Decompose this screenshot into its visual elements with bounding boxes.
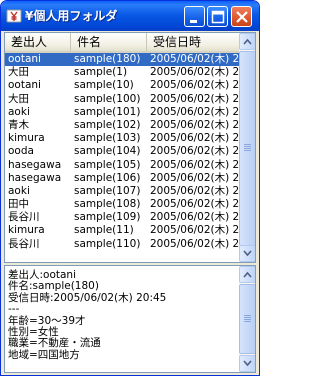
column-header-subject[interactable]: 件名 (71, 33, 147, 51)
maximize-icon (211, 10, 225, 24)
table-row[interactable]: 青木 sample(102) 2005/06/02(木) 2 (5, 119, 239, 132)
cell-sender: aoki (8, 184, 30, 197)
close-button[interactable] (231, 6, 252, 27)
table-row[interactable]: aoki sample(107) 2005/06/02(木) 2 (5, 185, 239, 198)
table-row[interactable]: kimura sample(11) 2005/06/02(木) 2 (5, 224, 239, 237)
table-row[interactable]: kimura sample(103) 2005/06/02(木) 2 (5, 132, 239, 145)
cell-date: 2005/06/02(木) 2 (150, 53, 239, 65)
cell-subject: sample(1) (74, 66, 128, 79)
cell-subject: sample(101) (74, 105, 141, 118)
message-list[interactable]: 差出人 件名 受信日時 ootani sample(180) 2005/06/02(… (4, 32, 256, 263)
title-bar[interactable]: ¥個人用フォルダ (1, 1, 259, 31)
cell-date: 2005/06/02(木) 2 (150, 132, 239, 145)
cell-sender: hasegawa (8, 171, 62, 184)
cell-date: 2005/06/02(木) 2 (150, 171, 239, 184)
cell-date: 2005/06/02(木) 2 (150, 145, 239, 158)
cell-sender: ootani (8, 79, 41, 92)
table-row[interactable]: hasegawa sample(105) 2005/06/02(木) 2 (5, 159, 239, 172)
cell-sender: 大田 (8, 66, 29, 79)
cell-date: 2005/06/02(木) 2 (150, 105, 239, 118)
table-row[interactable]: 大田 sample(100) 2005/06/02(木) 2 (5, 93, 239, 106)
table-row[interactable]: aoki sample(101) 2005/06/02(木) 2 (5, 106, 239, 119)
cell-date: 2005/06/02(木) 2 (150, 92, 239, 105)
table-row[interactable]: 長谷川 sample(110) 2005/06/02(木) 2 (5, 238, 239, 251)
preview-scroll-up-button[interactable] (239, 266, 255, 283)
cell-subject: sample(106) (74, 171, 141, 184)
cell-subject: sample(110) (74, 237, 141, 250)
table-row[interactable]: 田中 sample(108) 2005/06/02(木) 2 (5, 198, 239, 211)
cell-sender: kimura (8, 224, 45, 237)
cell-sender: ootani (8, 53, 41, 65)
preview-line: 地域=四国地方 (8, 348, 80, 361)
column-header-sender[interactable]: 差出人 (5, 33, 71, 51)
message-preview[interactable]: 差出人:ootani 件名:sample(180) 受信日時:2005/06/02(… (4, 265, 256, 373)
column-header-date[interactable]: 受信日時 (147, 33, 239, 51)
cell-sender: 青木 (8, 118, 29, 131)
cell-sender: aoki (8, 105, 30, 118)
cell-sender: 田中 (8, 198, 29, 211)
table-row[interactable]: 長谷川 sample(109) 2005/06/02(木) 2 (5, 211, 239, 224)
cell-subject: sample(108) (74, 198, 141, 211)
window-title: ¥個人用フォルダ (25, 9, 118, 23)
cell-date: 2005/06/02(木) 2 (150, 66, 239, 79)
list-rows: ootani sample(180) 2005/06/02(木) 2 大田 sample… (5, 53, 239, 251)
cell-subject: sample(109) (74, 211, 141, 224)
arrow-up-icon (243, 271, 252, 278)
cell-subject: sample(11) (74, 224, 134, 237)
cell-date: 2005/06/02(木) 2 (150, 118, 239, 131)
preview-scroll-down-button[interactable] (239, 355, 255, 372)
cell-sender: hasegawa (8, 158, 62, 171)
close-icon (236, 11, 248, 23)
scroll-thumb[interactable] (239, 51, 255, 246)
table-row[interactable]: hasegawa sample(106) 2005/06/02(木) 2 (5, 172, 239, 185)
cell-date: 2005/06/02(木) 2 (150, 79, 239, 92)
cell-sender: 大田 (8, 92, 29, 105)
cell-subject: sample(180) (74, 53, 141, 65)
cell-date: 2005/06/02(木) 2 (150, 184, 239, 197)
cell-date: 2005/06/02(木) 2 (150, 237, 239, 250)
preview-scroll-thumb[interactable] (239, 284, 255, 354)
preview-line: --- (8, 303, 20, 316)
cell-subject: sample(100) (74, 92, 141, 105)
app-window: ¥個人用フォルダ 差出人 件名 受信日時 ootani sample(180) 20… (0, 0, 260, 376)
preview-line: 受信日時:2005/06/02(木) 20:45 (8, 291, 167, 304)
cell-sender: ooda (8, 145, 34, 158)
cell-subject: sample(107) (74, 184, 141, 197)
yen-folder-icon (6, 8, 22, 24)
cell-date: 2005/06/02(木) 2 (150, 211, 239, 224)
list-header: 差出人 件名 受信日時 (5, 33, 239, 53)
cell-sender: 長谷川 (8, 211, 40, 224)
arrow-down-icon (243, 250, 252, 257)
scroll-down-button[interactable] (239, 245, 255, 262)
table-row[interactable]: 大田 sample(1) 2005/06/02(木) 2 (5, 66, 239, 79)
arrow-down-icon (243, 360, 252, 367)
maximize-button[interactable] (207, 6, 228, 27)
cell-date: 2005/06/02(木) 2 (150, 158, 239, 171)
cell-subject: sample(104) (74, 145, 141, 158)
cell-subject: sample(102) (74, 118, 141, 131)
cell-date: 2005/06/02(木) 2 (150, 198, 239, 211)
cell-subject: sample(105) (74, 158, 141, 171)
cell-sender: 長谷川 (8, 237, 40, 250)
table-row[interactable]: ooda sample(104) 2005/06/02(木) 2 (5, 145, 239, 158)
list-scrollbar[interactable] (239, 33, 255, 262)
arrow-up-icon (243, 38, 252, 45)
preview-scrollbar[interactable] (239, 266, 255, 372)
table-row[interactable]: ootani sample(180) 2005/06/02(木) 2 (5, 53, 239, 67)
preview-text: 差出人:ootani 件名:sample(180) 受信日時:2005/06/02(… (8, 269, 238, 361)
table-row[interactable]: ootani sample(10) 2005/06/02(木) 2 (5, 79, 239, 92)
minimize-button[interactable] (184, 6, 205, 27)
minimize-icon (190, 20, 197, 23)
cell-sender: kimura (8, 132, 45, 145)
scroll-up-button[interactable] (239, 33, 255, 50)
cell-subject: sample(10) (74, 79, 134, 92)
cell-date: 2005/06/02(木) 2 (150, 224, 239, 237)
cell-subject: sample(103) (74, 132, 141, 145)
